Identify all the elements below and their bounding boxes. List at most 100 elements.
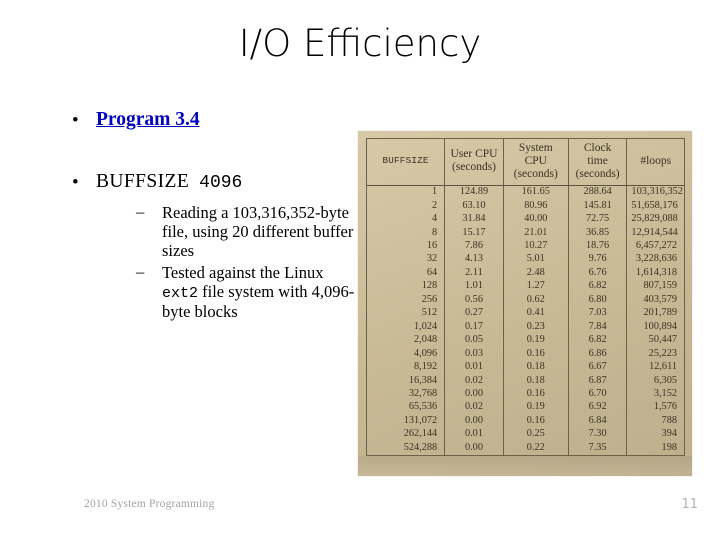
cell-user-cpu: 0.17: [444, 320, 504, 334]
scan-paper-edge: [358, 456, 692, 476]
cell-buffsize: 4: [367, 212, 446, 226]
cell-clock-time: 145.81: [568, 199, 628, 213]
slide: I/O Efficiency • Program 3.4 • BUFFSIZE 4…: [0, 0, 720, 540]
cell-user-cpu: 31.84: [444, 212, 504, 226]
cell-user-cpu: 63.10: [444, 199, 504, 213]
cell-loops: 1,614,318: [635, 266, 677, 278]
cell-clock-time: 6.82: [568, 333, 628, 348]
column-header-buffsize: BUFFSIZE: [367, 139, 446, 186]
cell-system-cpu: 5.01: [503, 252, 569, 267]
cell-buffsize: 1,024: [367, 320, 446, 334]
bullet-dot-icon: •: [72, 171, 79, 193]
cell-system-cpu: 0.18: [503, 360, 569, 374]
cell-loops: 788: [661, 414, 677, 426]
cell-system-cpu: 21.01: [503, 226, 569, 240]
cell-user-cpu: 0.05: [444, 333, 504, 348]
cell-clock-time: 6.76: [568, 266, 628, 280]
cell-loops: 403,579: [643, 293, 677, 305]
cell-user-cpu: 15.17: [444, 226, 504, 240]
cell-system-cpu: 0.19: [503, 333, 569, 348]
column-header-user-cpu: User CPU (seconds): [444, 139, 504, 186]
cell-loops: 100,894: [643, 320, 677, 332]
table-body: 1 124.89 161.65 288.64 103,316,352 2 63.10 80.9…: [367, 185, 684, 455]
cell-loops: 3,152: [653, 388, 677, 400]
body-content: • Program 3.4 • BUFFSIZE 4096 – Reading a…: [58, 108, 358, 326]
table-row: 512 0.27 0.41 7.03 201,789: [367, 306, 684, 321]
program-3-4-link[interactable]: Program 3.4: [96, 109, 200, 130]
cell-buffsize: 8: [367, 226, 446, 240]
table-row: 16,384 0.02 0.18 6.87 6,305: [367, 373, 684, 388]
cell-buffsize: 8,192: [367, 360, 446, 374]
cell-loops: 807,159: [643, 280, 677, 292]
sub-bullet-text-pre: Tested against the Linux: [162, 262, 324, 282]
cell-clock-time: 6.67: [568, 360, 628, 374]
cell-buffsize: 16,384: [367, 373, 446, 388]
cell-buffsize: 128: [367, 279, 446, 294]
table-row: 1,024 0.17 0.23 7.84 100,894: [367, 320, 684, 334]
cell-loops: 51,658,176: [631, 199, 678, 211]
cell-loops: 50,447: [648, 334, 677, 346]
column-header-buffsize-line1: BUFFSIZE: [382, 155, 429, 167]
cell-buffsize: 32,768: [367, 387, 446, 401]
sub-bullet-text: Reading a 103,316,352-byte file, using 2…: [162, 202, 354, 261]
cell-system-cpu: 0.41: [503, 306, 569, 321]
cell-clock-time: 36.85: [568, 226, 628, 240]
table-row: 32 4.13 5.01 9.76 3,228,636: [367, 252, 684, 267]
cell-user-cpu: 0.00: [444, 414, 504, 428]
cell-clock-time: 6.84: [568, 414, 628, 428]
bullet-program-link: • Program 3.4: [58, 108, 358, 132]
cell-loops: 6,457,272: [635, 240, 677, 252]
cell-buffsize: 32: [367, 252, 446, 267]
sub-bullet-list: – Reading a 103,316,352-byte file, using…: [96, 202, 358, 322]
cell-user-cpu: 0.00: [444, 387, 504, 401]
cell-system-cpu: 2.48: [503, 266, 569, 280]
column-header-user-cpu-line2: (seconds): [451, 161, 497, 174]
cell-clock-time: 7.30: [568, 427, 628, 442]
cell-buffsize: 2: [367, 199, 446, 213]
page-title: I/O Efficiency: [238, 22, 482, 65]
cell-system-cpu: 0.62: [503, 293, 569, 307]
cell-loops: 198: [661, 441, 677, 453]
cell-system-cpu: 0.18: [503, 373, 569, 388]
cell-loops: 201,789: [643, 307, 677, 319]
bullet-dot-icon: •: [72, 109, 79, 131]
table-row: 8 15.17 21.01 36.85 12,914,544: [367, 226, 684, 240]
ext2-code-text: ext2: [162, 284, 199, 302]
cell-loops: 12,914,544: [631, 226, 678, 238]
cell-user-cpu: 0.01: [444, 427, 504, 442]
bullet-spacer: [58, 136, 358, 170]
cell-clock-time: 6.87: [568, 373, 628, 388]
table-frame: BUFFSIZE User CPU (seconds) System CPU (…: [366, 138, 685, 456]
cell-system-cpu: 0.16: [503, 387, 569, 401]
table-row: 262,144 0.01 0.25 7.30 394: [367, 427, 684, 442]
column-header-loops: #loops: [626, 139, 684, 186]
table-row: 524,288 0.00 0.22 7.35 198: [367, 441, 684, 455]
sub-bullet-ext2-filesystem: – Tested against the Linux ext2 file syst…: [136, 262, 358, 322]
sub-bullet-reading-file: – Reading a 103,316,352-byte file, using…: [136, 202, 358, 261]
cell-loops: 394: [661, 428, 677, 440]
cell-clock-time: 18.76: [568, 239, 628, 253]
cell-loops: 103,316,352: [631, 186, 683, 198]
cell-clock-time: 7.84: [568, 320, 628, 334]
cell-clock-time: 6.82: [568, 279, 628, 294]
table-row: 1 124.89 161.65 288.64 103,316,352: [367, 185, 684, 200]
cell-clock-time: 288.64: [568, 185, 628, 200]
cell-user-cpu: 0.03: [444, 347, 504, 361]
cell-buffsize: 2,048: [367, 333, 446, 348]
cell-system-cpu: 10.27: [503, 239, 569, 253]
io-efficiency-table: BUFFSIZE User CPU (seconds) System CPU (…: [367, 139, 684, 455]
table-header-row: BUFFSIZE User CPU (seconds) System CPU (…: [367, 139, 684, 186]
cell-user-cpu: 0.02: [444, 373, 504, 388]
table-row: 128 1.01 1.27 6.82 807,159: [367, 279, 684, 294]
cell-system-cpu: 0.23: [503, 320, 569, 334]
cell-system-cpu: 0.22: [503, 441, 569, 455]
table-row: 2 63.10 80.96 145.81 51,658,176: [367, 199, 684, 213]
cell-loops: 3,228,636: [635, 253, 677, 265]
buffsize-value: 4096: [199, 172, 243, 193]
column-header-user-cpu-line1: User CPU: [450, 148, 498, 161]
cell-clock-time: 7.35: [568, 441, 628, 455]
cell-system-cpu: 80.96: [503, 199, 569, 213]
column-header-system-cpu-line2: (seconds): [513, 167, 558, 180]
cell-buffsize: 65,536: [367, 400, 446, 415]
cell-buffsize: 524,288: [367, 441, 446, 455]
